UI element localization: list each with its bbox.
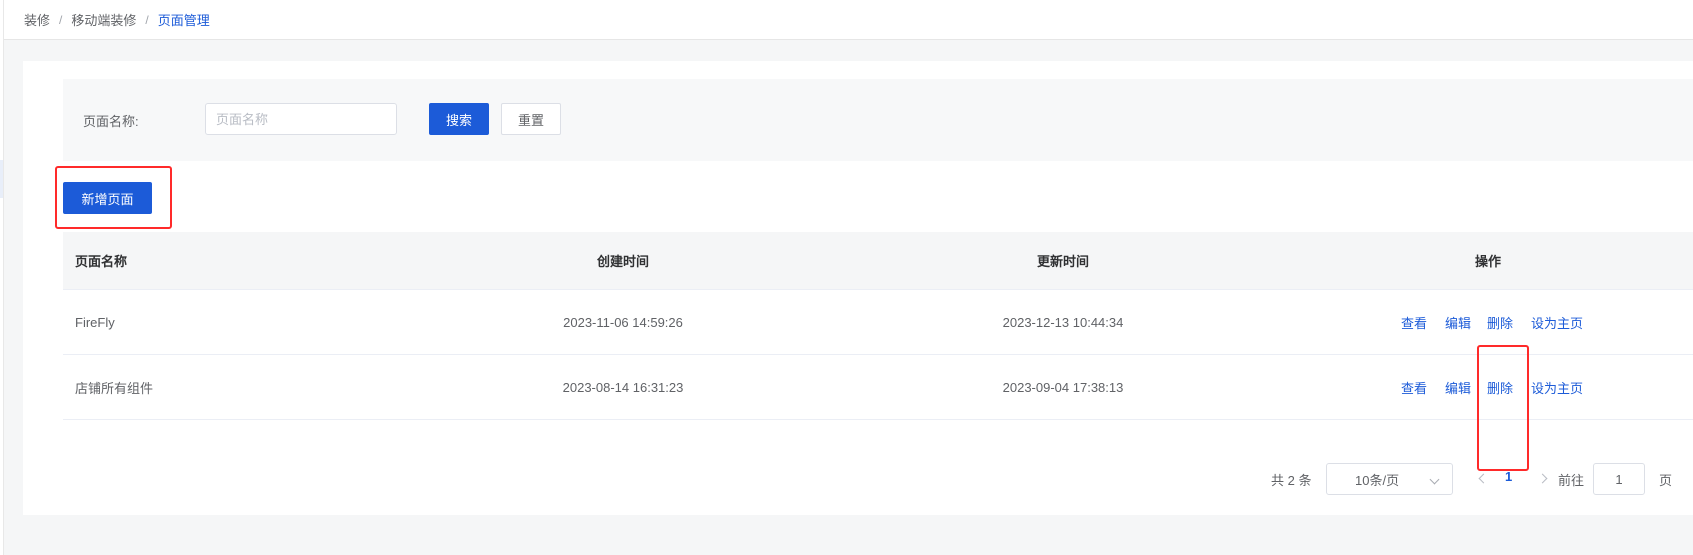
cell-created-time: 2023-11-06 14:59:26 <box>563 314 683 330</box>
column-header-created: 创建时间 <box>596 254 649 269</box>
cell-ops: 查看 编辑 删除 设为主页 <box>1283 313 1693 332</box>
breadcrumb: 装修 / 移动端装修 / 页面管理 <box>4 0 1693 40</box>
search-button[interactable]: 搜索 <box>429 103 489 135</box>
sidebar-active-marker <box>0 160 3 198</box>
view-link[interactable]: 查看 <box>1401 313 1427 332</box>
goto-label: 前往 <box>1558 473 1585 488</box>
cell-updated-time: 2023-12-13 10:44:34 <box>1002 314 1124 330</box>
column-header-name: 页面名称 <box>75 254 128 269</box>
search-form: 页面名称: 搜索 重置 <box>63 79 1693 161</box>
column-header-updated: 更新时间 <box>1036 254 1089 269</box>
delete-link[interactable]: 删除 <box>1487 313 1513 332</box>
chevron-down-icon <box>1429 474 1440 485</box>
pagination-total: 共 2 条 <box>1271 473 1312 488</box>
set-home-link[interactable]: 设为主页 <box>1531 313 1583 332</box>
cell-updated-time: 2023-09-04 17:38:13 <box>1002 379 1124 395</box>
cell-page-name: FireFly <box>75 314 115 330</box>
table-row: 店铺所有组件 2023-08-14 16:31:23 2023-09-04 17… <box>63 355 1693 420</box>
cell-page-name: 店铺所有组件 <box>75 380 154 396</box>
goto-page-input[interactable] <box>1593 463 1645 495</box>
table-row: FireFly 2023-11-06 14:59:26 2023-12-13 1… <box>63 290 1693 355</box>
breadcrumb-item-decoration[interactable]: 装修 <box>24 10 50 29</box>
add-page-button[interactable]: 新增页面 <box>63 182 152 214</box>
pages-table: 页面名称 创建时间 更新时间 操作 FireFly 2023-11-06 14:… <box>63 232 1693 420</box>
set-home-link[interactable]: 设为主页 <box>1531 378 1583 397</box>
chevron-right-icon[interactable] <box>1536 470 1552 486</box>
edit-link[interactable]: 编辑 <box>1445 313 1471 332</box>
chevron-left-icon[interactable] <box>1474 470 1490 486</box>
sidebar-edge <box>0 0 4 555</box>
page-size-select[interactable]: 10条/页 <box>1326 463 1453 495</box>
cell-ops: 查看 编辑 删除 设为主页 <box>1283 378 1693 397</box>
pagination-page-1[interactable]: 1 <box>1505 469 1512 484</box>
column-header-ops: 操作 <box>1474 254 1501 269</box>
breadcrumb-item-mobile-decoration[interactable]: 移动端装修 <box>71 10 136 29</box>
edit-link[interactable]: 编辑 <box>1445 378 1471 397</box>
page-size-value: 10条/页 <box>1355 472 1400 488</box>
reset-button[interactable]: 重置 <box>501 103 561 135</box>
breadcrumb-separator: / <box>59 12 63 27</box>
table-header: 页面名称 创建时间 更新时间 操作 <box>63 232 1693 290</box>
breadcrumb-item-page-management: 页面管理 <box>157 13 210 28</box>
view-link[interactable]: 查看 <box>1401 378 1427 397</box>
search-label: 页面名称: <box>83 114 139 129</box>
page-name-search-input[interactable] <box>205 103 397 135</box>
breadcrumb-separator: / <box>145 12 149 27</box>
delete-link[interactable]: 删除 <box>1487 378 1513 397</box>
cell-created-time: 2023-08-14 16:31:23 <box>562 379 684 395</box>
goto-suffix: 页 <box>1659 473 1673 488</box>
main-panel: 页面名称: 搜索 重置 新增页面 页面名称 创建时间 更新时间 操作 FireF… <box>23 61 1693 515</box>
